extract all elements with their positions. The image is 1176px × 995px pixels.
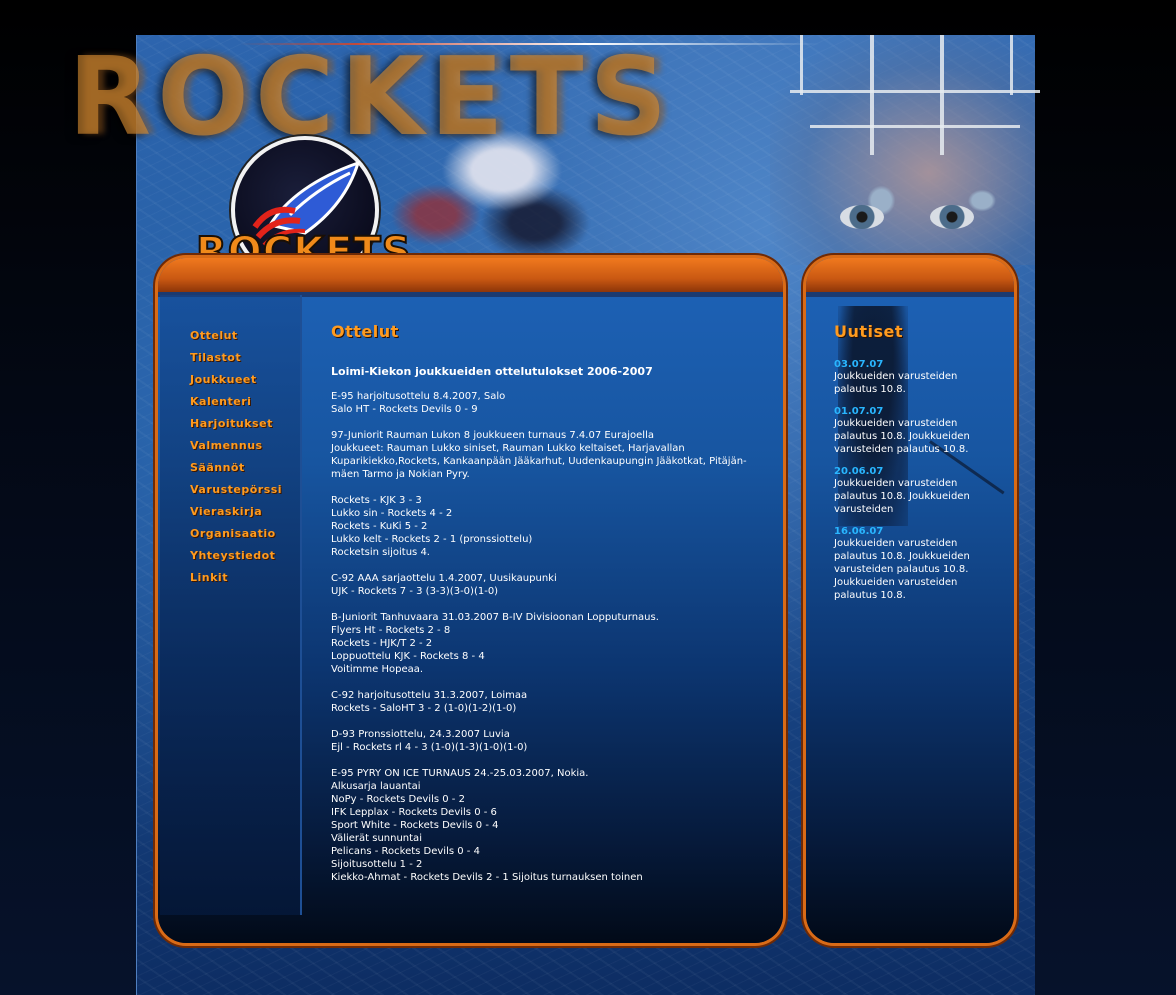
- nav-item-valmennus[interactable]: Valmennus: [190, 434, 282, 456]
- nav-item-label[interactable]: Vieraskirja: [190, 505, 262, 518]
- nav-item-label[interactable]: Organisaatio: [190, 527, 276, 540]
- nav-item-label[interactable]: Yhteystiedot: [190, 549, 275, 562]
- nav-item-harjoitukset[interactable]: Harjoitukset: [190, 412, 282, 434]
- news-item: 16.06.07 Joukkueiden varusteiden palautu…: [834, 526, 984, 602]
- nav-item-label[interactable]: Ottelut: [190, 329, 238, 342]
- news-date-link[interactable]: 03.07.07: [834, 359, 984, 370]
- page-title: Ottelut: [331, 322, 399, 341]
- news-item: 01.07.07 Joukkueiden varusteiden palautu…: [834, 406, 984, 456]
- nav-item-varusteporssi[interactable]: Varustepörssi: [190, 478, 282, 500]
- nav-item-saannot[interactable]: Säännöt: [190, 456, 282, 478]
- result-block: D-93 Pronssiottelu, 24.3.2007 Luvia Ejl …: [331, 729, 528, 753]
- news-title: Uutiset: [834, 322, 904, 341]
- news-column: Uutiset 03.07.07 Joukkueiden varusteiden…: [834, 322, 984, 612]
- news-date-link[interactable]: 16.06.07: [834, 526, 984, 537]
- nav-item-organisaatio[interactable]: Organisaatio: [190, 522, 282, 544]
- nav-item-tilastot[interactable]: Tilastot: [190, 346, 282, 368]
- nav-item-label[interactable]: Varustepörssi: [190, 483, 282, 496]
- eye-left: [840, 205, 884, 229]
- news-date-link[interactable]: 01.07.07: [834, 406, 984, 417]
- eye-right: [930, 205, 974, 229]
- results-heading: Loimi-Kiekon joukkueiden ottelutulokset …: [331, 365, 653, 378]
- banner-title: ROCKETS: [68, 35, 674, 160]
- nav-item-label[interactable]: Linkit: [190, 571, 228, 584]
- nav-item-vieraskirja[interactable]: Vieraskirja: [190, 500, 282, 522]
- nav-item-kalenteri[interactable]: Kalenteri: [190, 390, 282, 412]
- nav-item-yhteystiedot[interactable]: Yhteystiedot: [190, 544, 282, 566]
- nav-item-label[interactable]: Kalenteri: [190, 395, 251, 408]
- result-block: C-92 AAA sarjaottelu 1.4.2007, Uusikaupu…: [331, 573, 557, 597]
- news-text: Joukkueiden varusteiden palautus 10.8. J…: [834, 478, 970, 515]
- result-block: E-95 harjoitusottelu 8.4.2007, Salo Salo…: [331, 391, 506, 415]
- news-date-link[interactable]: 20.06.07: [834, 466, 984, 477]
- main-content: Ottelut Loimi-Kiekon joukkueiden ottelut…: [331, 322, 761, 897]
- nav-item-ottelut[interactable]: Ottelut: [190, 324, 282, 346]
- result-block: Rockets - KJK 3 - 3 Lukko sin - Rockets …: [331, 495, 533, 558]
- nav-item-label[interactable]: Harjoitukset: [190, 417, 273, 430]
- news-text: Joukkueiden varusteiden palautus 10.8.: [834, 371, 958, 395]
- result-block: C-92 harjoitusottelu 31.3.2007, Loimaa R…: [331, 690, 528, 714]
- helmet-cage: [790, 35, 1040, 165]
- result-block: 97-Juniorit Rauman Lukon 8 joukkueen tur…: [331, 430, 747, 480]
- news-item: 03.07.07 Joukkueiden varusteiden palautu…: [834, 359, 984, 396]
- nav-item-label[interactable]: Joukkueet: [190, 373, 257, 386]
- nav-item-label[interactable]: Tilastot: [190, 351, 241, 364]
- news-text: Joukkueiden varusteiden palautus 10.8. J…: [834, 538, 970, 601]
- result-block: B-Juniorit Tanhuvaara 31.03.2007 B-IV Di…: [331, 612, 659, 675]
- nav-item-joukkueet[interactable]: Joukkueet: [190, 368, 282, 390]
- nav-menu: Ottelut Tilastot Joukkueet Kalenteri Har…: [190, 324, 282, 588]
- nav-item-label[interactable]: Säännöt: [190, 461, 245, 474]
- result-block: E-95 PYRY ON ICE TURNAUS 24.-25.03.2007,…: [331, 768, 643, 883]
- news-text: Joukkueiden varusteiden palautus 10.8. J…: [834, 418, 970, 455]
- news-item: 20.06.07 Joukkueiden varusteiden palautu…: [834, 466, 984, 516]
- news-panel-cap-stripe: [806, 292, 1014, 297]
- main-panel-cap: [158, 258, 783, 296]
- nav-item-linkit[interactable]: Linkit: [190, 566, 282, 588]
- nav-item-label[interactable]: Valmennus: [190, 439, 263, 452]
- news-panel-cap: [806, 258, 1014, 296]
